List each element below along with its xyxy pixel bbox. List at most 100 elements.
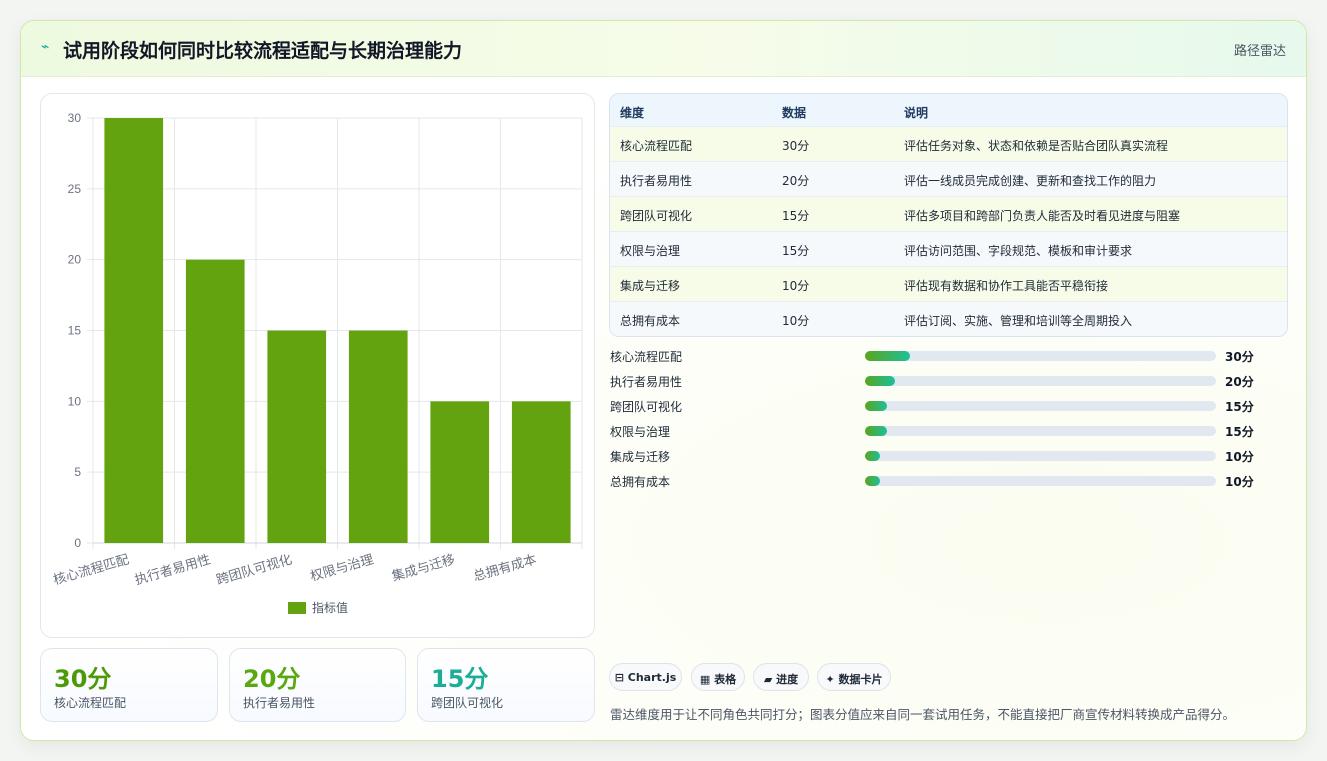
progress-track [865, 376, 1216, 386]
progress-value: 10分 [1225, 475, 1254, 489]
chip-progress: ▰ 进度 [753, 663, 809, 691]
footnote: 雷达维度用于让不同角色共同打分；图表分值应来自同一套试用任务，不能直接把厂商宣传… [610, 707, 1236, 722]
table-cell: 跨团队可视化 [620, 209, 693, 223]
chip-label: Chart.js [627, 671, 677, 684]
page-title: 试用阶段如何同时比较流程适配与长期治理能力 [63, 40, 463, 62]
legend-swatch [288, 602, 306, 614]
bar [348, 330, 408, 543]
table-cell: 10分 [782, 279, 810, 293]
x-tick-label: 核心流程匹配 [52, 552, 131, 588]
y-tick-label: 30 [68, 111, 82, 125]
kpi-card-2: 20分 执行者易用性 [229, 648, 406, 722]
progress-fill [865, 476, 881, 486]
chip-data-card: ✦ 数据卡片 [817, 663, 891, 691]
progress-label: 执行者易用性 [610, 375, 683, 389]
chip-label: 表格 [714, 673, 737, 686]
y-tick-label: 10 [68, 394, 82, 408]
y-tick-label: 5 [74, 465, 81, 479]
progress-track [865, 476, 1216, 486]
progress-value: 10分 [1225, 450, 1254, 464]
table-row: 总拥有成本 10分 评估订阅、实施、管理和培训等全周期投入 [610, 302, 1287, 336]
table-cell: 评估现有数据和协作工具能否平稳衔接 [904, 279, 1109, 293]
y-tick-label: 15 [68, 324, 82, 338]
table-row: 权限与治理 15分 评估访问范围、字段规范、模板和审计要求 [610, 232, 1287, 267]
progress-fill [865, 401, 888, 411]
kpi-card-3: 15分 跨团队可视化 [417, 648, 595, 722]
table-cell: 权限与治理 [620, 244, 681, 258]
kpi-value: 30分 [54, 665, 112, 693]
progress-fill [865, 351, 910, 361]
dashboard-card: ⌁ 试用阶段如何同时比较流程适配与长期治理能力 路径雷达 0 5 10 15 20 25 3… [20, 20, 1307, 741]
chip-table: ▦ 表格 [691, 663, 745, 691]
table-cell: 30分 [782, 139, 810, 153]
table-cell: 评估一线成员完成创建、更新和查找工作的阻力 [904, 174, 1157, 188]
progress-fill [865, 426, 888, 436]
bar-chart: 0 5 10 15 20 25 30 核心流程匹配 执行者易用性 跨团队可视化 权限与治理 集成与迁移… [52, 111, 583, 615]
table-cell: 评估访问范围、字段规范、模板和审计要求 [904, 244, 1133, 258]
table-cell: 评估订阅、实施、管理和培训等全周期投入 [904, 314, 1133, 328]
kpi-label: 执行者易用性 [243, 696, 316, 710]
chip-label: 数据卡片 [838, 673, 883, 686]
legend-label: 指标值 [312, 600, 348, 615]
bar [267, 330, 327, 543]
kpi-value: 15分 [431, 665, 489, 693]
chip-chartjs: ⊟ Chart.js [609, 663, 682, 691]
bar [104, 118, 164, 543]
kpi-card-1: 30分 核心流程匹配 [40, 648, 218, 722]
x-tick-label: 权限与治理 [308, 551, 375, 584]
x-tick-label: 集成与迁移 [390, 551, 457, 584]
table-cell: 评估多项目和跨部门负责人能否及时看见进度与阻塞 [904, 209, 1181, 223]
progress-row: 集成与迁移 10分 [609, 446, 1289, 466]
y-tick-label: 0 [74, 536, 81, 550]
column-header: 说明 [904, 106, 929, 120]
progress-value: 20分 [1225, 375, 1254, 389]
progress-track [865, 451, 1216, 461]
table-cell: 集成与迁移 [620, 279, 681, 293]
table-cell: 10分 [782, 314, 810, 328]
kpi-value: 20分 [243, 665, 301, 693]
y-tick-label: 25 [68, 182, 82, 196]
progress-row: 总拥有成本 10分 [609, 471, 1289, 491]
chip-label: 进度 [776, 673, 799, 686]
progress-fill [865, 376, 895, 386]
progress-value: 30分 [1225, 350, 1254, 364]
header-tag: 路径雷达 [1233, 44, 1286, 59]
x-tick-label: 总拥有成本 [472, 552, 539, 584]
progress-label: 核心流程匹配 [610, 350, 683, 364]
chart-icon: ⊟ [614, 671, 624, 684]
table-cell: 核心流程匹配 [620, 139, 693, 153]
kpi-label: 跨团队可视化 [431, 696, 504, 710]
bar [430, 401, 490, 543]
table-cell: 评估任务对象、状态和依赖是否贴合团队真实流程 [904, 139, 1169, 153]
table-row: 集成与迁移 10分 评估现有数据和协作工具能否平稳衔接 [610, 267, 1287, 302]
progress-icon: ▰ [763, 673, 773, 686]
x-tick-label: 跨团队可视化 [215, 552, 294, 588]
progress-label: 总拥有成本 [610, 475, 671, 489]
table-row: 执行者易用性 20分 评估一线成员完成创建、更新和查找工作的阻力 [610, 162, 1287, 197]
column-header: 维度 [620, 106, 645, 120]
bar-chart-panel: 0 5 10 15 20 25 30 核心流程匹配 执行者易用性 跨团队可视化 权限与治理 集成与迁移… [40, 93, 595, 638]
progress-row: 权限与治理 15分 [609, 421, 1289, 441]
table-cell: 执行者易用性 [620, 174, 693, 188]
table-cell: 总拥有成本 [620, 314, 681, 328]
bar [185, 259, 245, 543]
card-header: ⌁ 试用阶段如何同时比较流程适配与长期治理能力 路径雷达 [21, 21, 1306, 77]
table-header-row: 维度 数据 说明 [610, 94, 1287, 127]
progress-label: 跨团队可视化 [610, 400, 683, 414]
table-row: 核心流程匹配 30分 评估任务对象、状态和依赖是否贴合团队真实流程 [610, 127, 1287, 162]
column-header: 数据 [782, 106, 807, 120]
progress-value: 15分 [1225, 400, 1254, 414]
progress-track [865, 401, 1216, 411]
pulse-icon: ⌁ [41, 39, 50, 55]
progress-track [865, 426, 1216, 436]
table-cell: 20分 [782, 174, 810, 188]
progress-label: 集成与迁移 [610, 450, 671, 464]
bar [511, 401, 571, 543]
data-table: 维度 数据 说明 核心流程匹配 30分 评估任务对象、状态和依赖是否贴合团队真实… [609, 93, 1288, 337]
x-tick-label: 执行者易用性 [133, 552, 212, 588]
progress-row: 核心流程匹配 30分 [609, 346, 1289, 366]
progress-track [865, 351, 1216, 361]
progress-label: 权限与治理 [610, 425, 671, 439]
progress-fill [865, 451, 881, 461]
kpi-label: 核心流程匹配 [54, 696, 127, 710]
